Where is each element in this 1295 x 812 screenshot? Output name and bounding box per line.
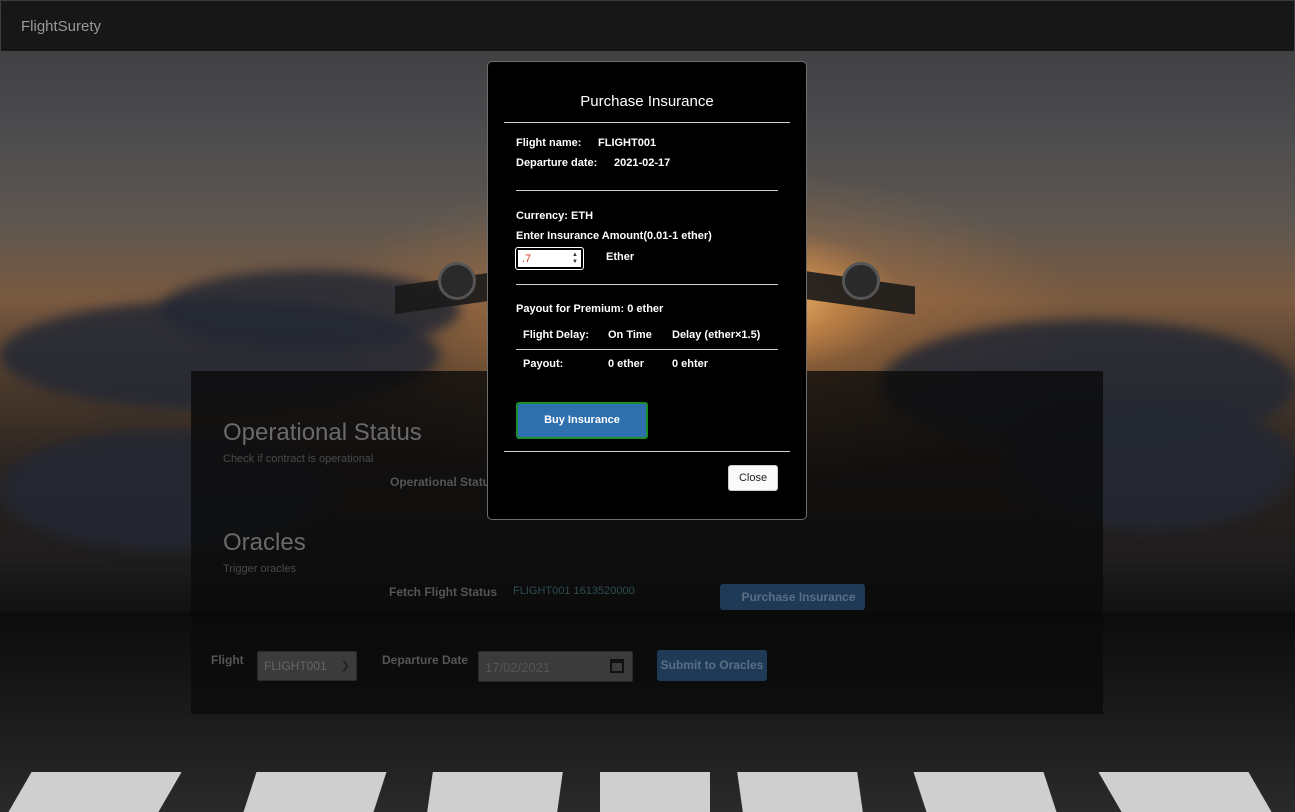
table-row-on-time-payout: 0 ether [608,358,645,370]
navbar: FlightSurety [1,1,1294,51]
divider [516,190,778,191]
operational-status-subtitle: Check if contract is operational [223,453,374,465]
fetch-flight-status-value: FLIGHT001 1613520000 [513,585,635,597]
table-header-flight-delay: Flight Delay: [523,329,590,341]
flight-select-value: FLIGHT001 [264,659,327,673]
table-header-delay: Delay (ether×1.5) [672,329,761,341]
insurance-amount-value: .7 [522,253,532,265]
oracles-subtitle: Trigger oracles [223,563,296,575]
departure-date-input[interactable]: 17/02/2021 [478,651,633,682]
modal-header-divider [504,122,790,123]
fetch-flight-status-label: Fetch Flight Status [389,585,497,599]
runway-stripe [913,772,1057,812]
runway-stripe [600,772,710,812]
modal-title: Purchase Insurance [580,93,714,110]
runway-stripe [737,772,863,812]
runway-stripe [427,772,563,812]
runway-stripe [243,772,387,812]
calendar-icon[interactable] [610,659,624,673]
operational-status-heading: Operational Status [223,419,422,446]
flight-label: Flight [211,653,244,667]
brand-link[interactable]: FlightSurety [21,18,101,35]
purchase-insurance-modal: Purchase Insurance Flight name: FLIGHT00… [487,61,807,520]
table-row-payout-label: Payout: [523,358,564,370]
modal-footer-divider [504,451,790,452]
departure-date-label: Departure date: [516,157,598,169]
oracles-heading: Oracles [223,529,306,556]
departure-date-label: Departure Date [382,653,469,667]
plane-engine-left [438,262,476,300]
amount-unit: Ether [606,251,635,263]
plane-engine-right [842,262,880,300]
table-header-on-time: On Time [608,329,652,341]
table-row-delay-payout: 0 ehter [672,358,709,370]
close-button[interactable]: Close [728,465,778,491]
insurance-amount-prompt: Enter Insurance Amount(0.01-1 ether) [516,230,712,242]
purchase-insurance-button[interactable]: Purchase Insurance [720,584,865,610]
table-divider [516,349,778,350]
insurance-amount-input[interactable]: .7 ▲ ▼ [515,247,584,270]
number-spinner-icon[interactable]: ▲ ▼ [572,252,578,266]
runway-stripe [1098,772,1272,812]
departure-date-value: 17/02/2021 [485,660,551,675]
departure-date-value: 2021-02-17 [614,157,671,169]
runway-stripe [8,772,182,812]
flight-select[interactable]: FLIGHT001 ❯ [257,651,357,681]
flight-name-label: Flight name: [516,137,582,149]
divider [516,284,778,285]
payout-premium-text: Payout for Premium: 0 ether [516,303,664,315]
buy-insurance-button[interactable]: Buy Insurance [516,402,648,439]
chevron-down-icon: ❯ [340,660,350,672]
flight-name-value: FLIGHT001 [598,137,657,149]
submit-to-oracles-button[interactable]: Submit to Oracles [657,650,767,681]
operational-status-label: Operational Status [390,475,497,489]
currency-text: Currency: ETH [516,210,594,222]
